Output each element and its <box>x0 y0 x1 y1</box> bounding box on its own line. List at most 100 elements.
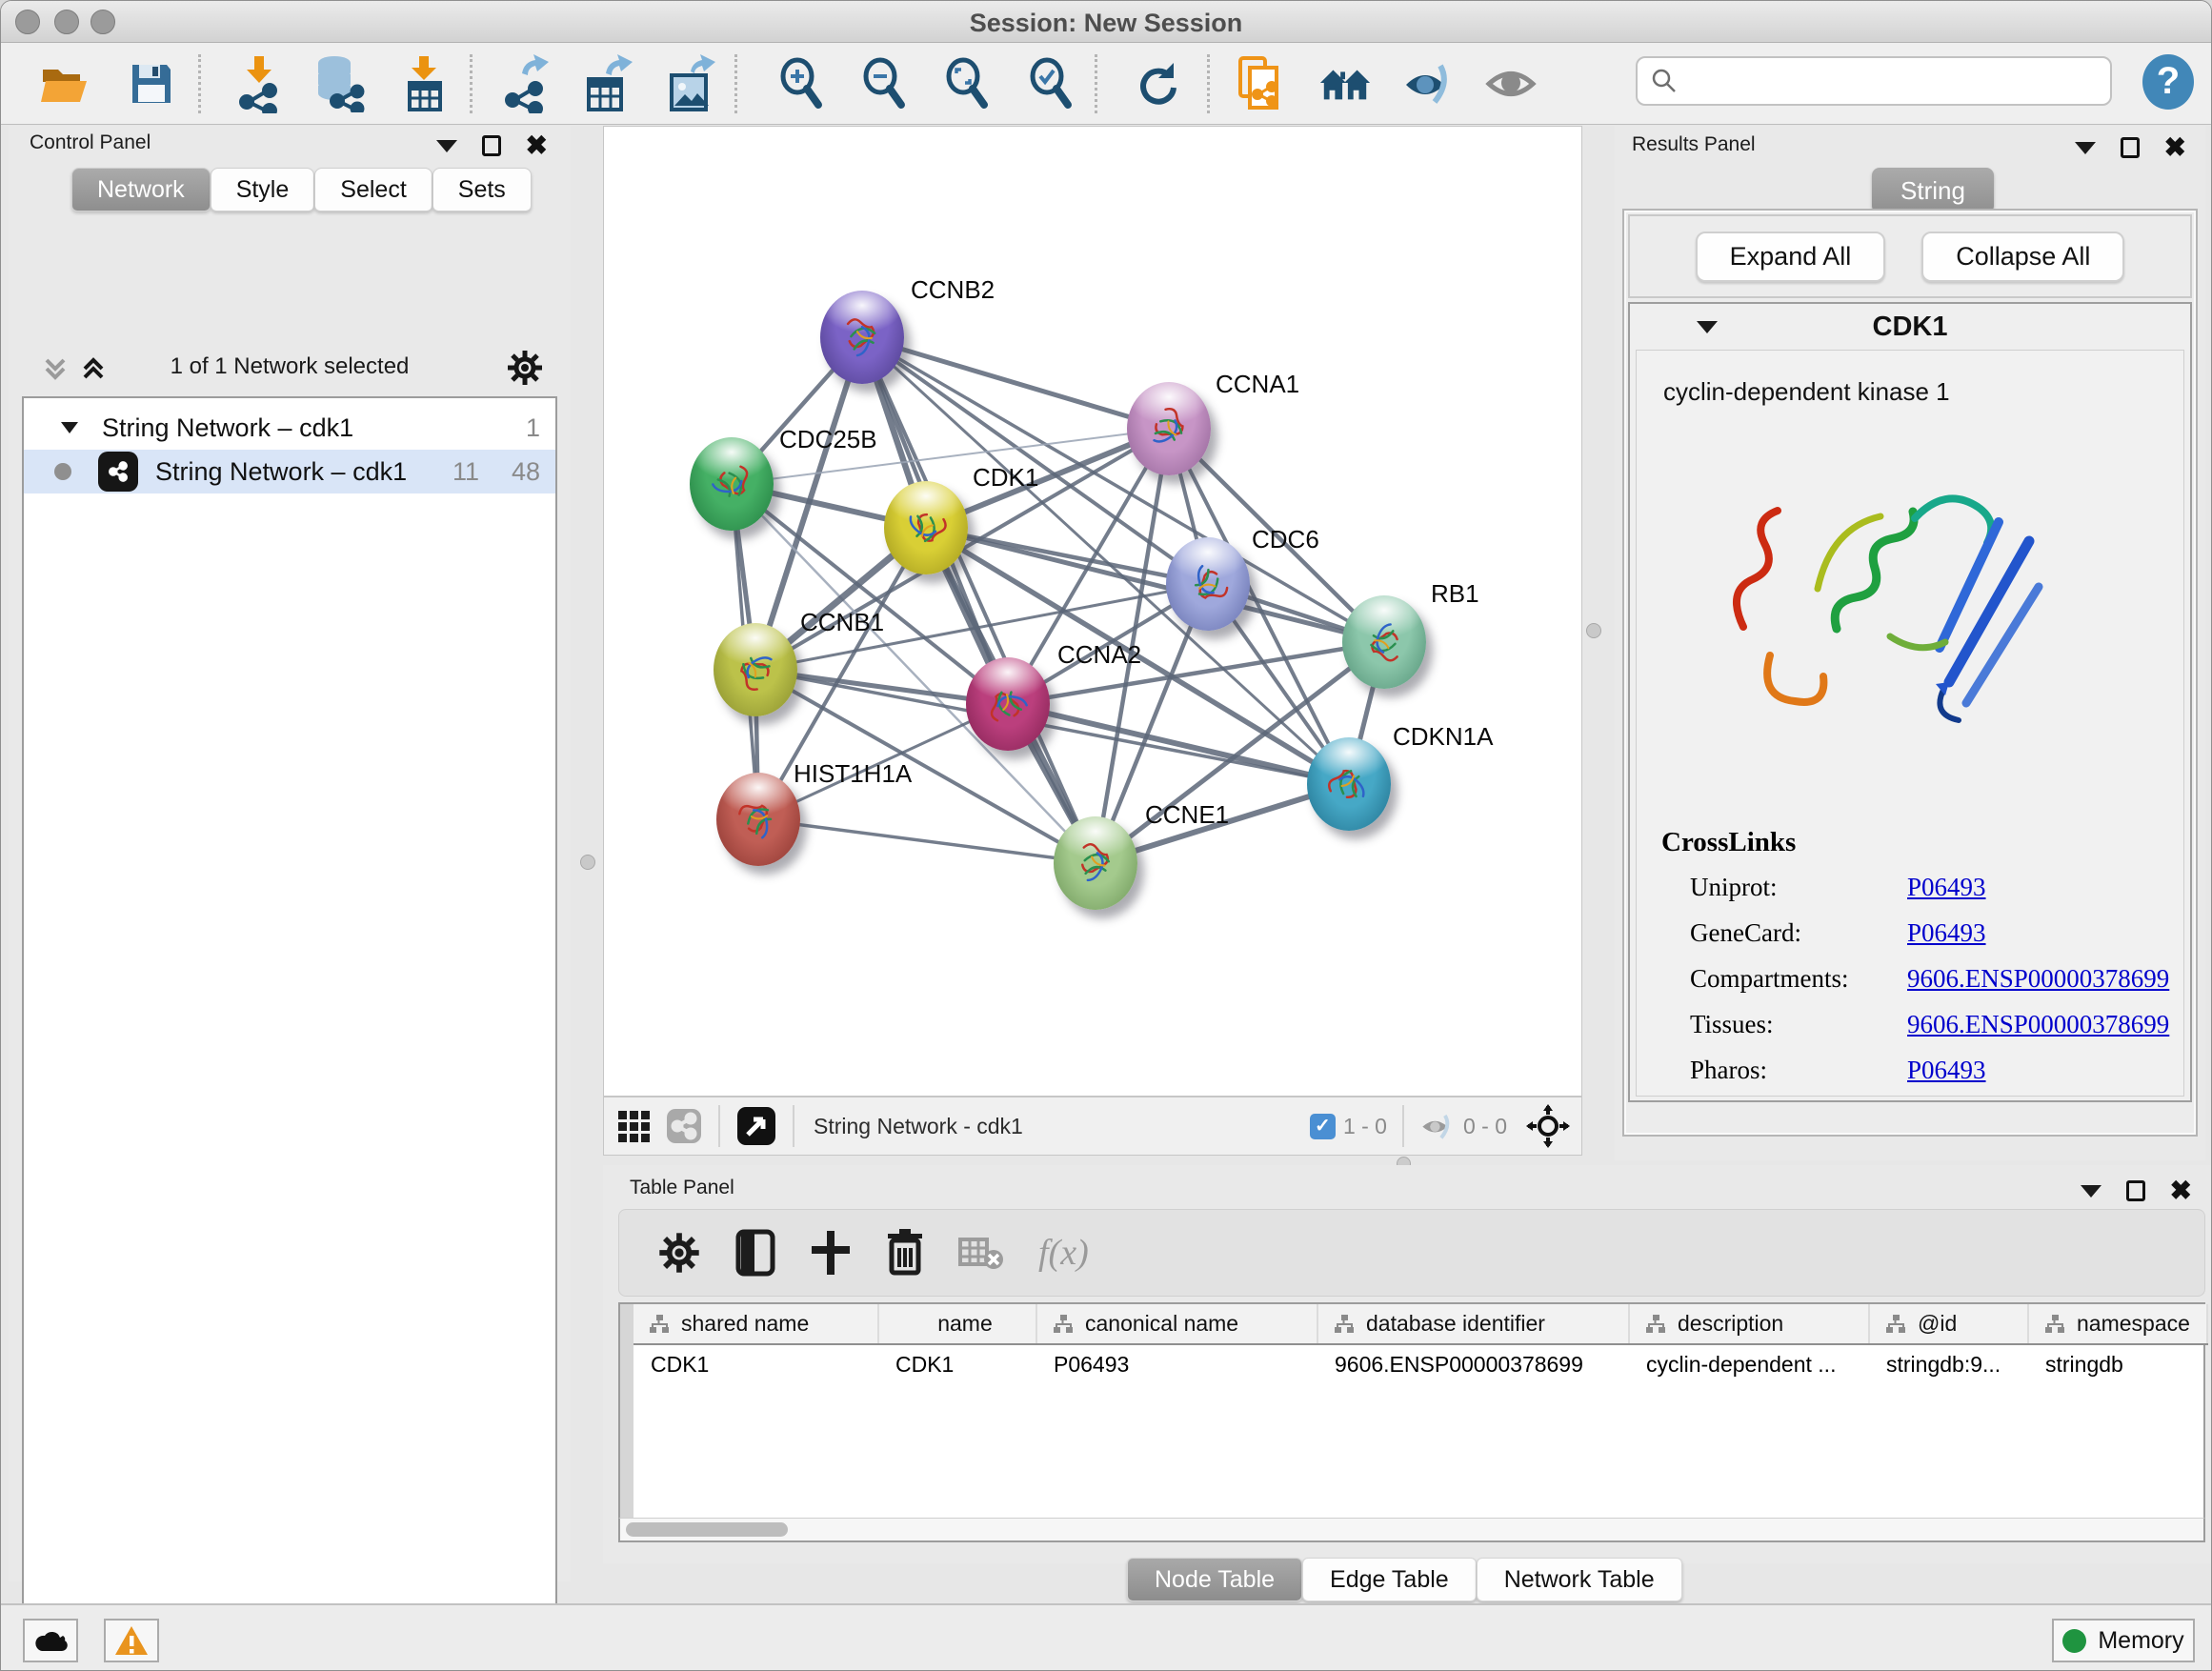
tab-sets[interactable]: Sets <box>432 168 532 211</box>
hide-selected-button[interactable] <box>1402 57 1456 111</box>
export-network-button[interactable] <box>499 57 553 111</box>
zoom-fit-button[interactable] <box>940 57 994 111</box>
node-rb1[interactable] <box>1342 595 1426 689</box>
column-header[interactable]: description <box>1629 1304 1869 1344</box>
import-network-from-database-button[interactable] <box>312 57 366 111</box>
function-builder-button[interactable]: f(x) <box>1038 1232 1089 1274</box>
export-image-button[interactable] <box>664 57 717 111</box>
network-options-gear-icon[interactable] <box>506 349 544 387</box>
tab-style[interactable]: Style <box>211 168 315 211</box>
create-column-plus-icon[interactable] <box>810 1229 852 1277</box>
refresh-button[interactable] <box>1130 57 1183 111</box>
edge-hist1h1a-ccne1[interactable] <box>758 819 1096 863</box>
panel-float-icon[interactable] <box>2126 1180 2145 1201</box>
expand-all-icon[interactable] <box>77 352 110 385</box>
panel-collapse-icon[interactable] <box>2081 1185 2101 1198</box>
node-cdc25b[interactable] <box>690 437 774 531</box>
panel-float-icon[interactable] <box>482 135 501 156</box>
expand-all-button[interactable]: Expand All <box>1696 232 1886 282</box>
warnings-button[interactable] <box>104 1619 159 1662</box>
edge-ccnb2-ccna1[interactable] <box>862 337 1169 429</box>
table-options-gear-icon[interactable] <box>657 1231 701 1275</box>
import-network-button[interactable] <box>232 57 286 111</box>
node-ccnb2[interactable] <box>820 291 904 384</box>
cloud-status-button[interactable] <box>23 1619 78 1662</box>
table-row[interactable]: CDK1 CDK1 P06493 9606.ENSP00000378699 cy… <box>633 1344 2207 1384</box>
tab-edge-table[interactable]: Edge Table <box>1302 1558 1477 1601</box>
right-splitter-handle[interactable] <box>1586 623 1601 638</box>
crosslink-link[interactable]: P06493 <box>1907 918 1986 948</box>
right-splitter[interactable] <box>1582 126 1615 1158</box>
column-header[interactable]: shared name <box>633 1304 878 1344</box>
tab-string[interactable]: String <box>1872 168 1994 213</box>
crosslink-link[interactable]: P06493 <box>1907 873 1986 902</box>
grid-view-icon[interactable] <box>617 1110 652 1142</box>
panel-collapse-icon[interactable] <box>436 140 457 152</box>
protein-section-header[interactable]: CDK1 <box>1630 304 2190 350</box>
zoom-out-icon <box>859 57 909 111</box>
node-cdkn1a[interactable] <box>1307 737 1391 831</box>
collapse-all-icon[interactable] <box>39 352 71 385</box>
network-canvas[interactable]: CCNB2CCNA1CDC25BCDK1CDC6RB1CCNB1CCNA2CDK… <box>603 126 1582 1097</box>
network-row[interactable]: String Network – cdk1 11 48 <box>24 450 555 493</box>
node-ccna1[interactable] <box>1127 382 1211 475</box>
table-horizontal-scrollbar[interactable] <box>618 1518 2205 1542</box>
node-hist1h1a[interactable] <box>716 773 800 866</box>
tab-select[interactable]: Select <box>314 168 432 211</box>
node-ccne1[interactable] <box>1054 816 1137 910</box>
column-header[interactable]: database identifier <box>1317 1304 1629 1344</box>
panel-close-icon[interactable]: ✖ <box>526 136 548 155</box>
tab-node-table[interactable]: Node Table <box>1127 1558 1302 1601</box>
home-networks-button[interactable] <box>1318 57 1372 111</box>
column-header[interactable]: name <box>878 1304 1036 1344</box>
zoom-in-button[interactable] <box>774 57 828 111</box>
node-label-ccne1: CCNE1 <box>1145 800 1229 830</box>
left-splitter[interactable] <box>571 126 603 1158</box>
birdseye-toggle-icon[interactable] <box>735 1105 777 1147</box>
panel-float-icon[interactable] <box>2121 137 2140 158</box>
string-import-button[interactable] <box>1233 57 1286 111</box>
open-session-button[interactable] <box>38 57 91 111</box>
import-table-button[interactable] <box>397 57 451 111</box>
tab-network-table[interactable]: Network Table <box>1477 1558 1682 1601</box>
houses-icon <box>1318 62 1372 106</box>
crosslink-link[interactable]: P06493 <box>1907 1056 1986 1085</box>
current-network-title: String Network - cdk1 <box>814 1114 1023 1139</box>
help-button[interactable]: ? <box>2142 54 2194 110</box>
crosslink-link[interactable]: 9606.ENSP00000378699 <box>1907 964 2169 994</box>
show-all-button[interactable] <box>1485 57 1538 111</box>
panel-close-icon[interactable]: ✖ <box>2164 138 2186 157</box>
panel-close-icon[interactable]: ✖ <box>2170 1181 2192 1200</box>
string-documents-icon <box>1237 56 1282 111</box>
search-input[interactable] <box>1687 68 2110 94</box>
tree-expand-icon[interactable] <box>58 418 81 437</box>
collapse-all-button[interactable]: Collapse All <box>1921 232 2124 282</box>
column-header[interactable]: @id <box>1869 1304 2028 1344</box>
memory-button[interactable]: Memory <box>2052 1619 2195 1662</box>
selected-indicator-checkbox[interactable]: ✓ <box>1310 1114 1336 1139</box>
node-cdk1[interactable] <box>884 481 968 574</box>
table-panel-title: Table Panel <box>630 1177 734 1199</box>
show-columns-icon[interactable] <box>735 1229 775 1277</box>
scrollbar-thumb[interactable] <box>626 1522 788 1537</box>
network-list-view-icon[interactable] <box>665 1107 703 1145</box>
column-header[interactable]: canonical name <box>1036 1304 1317 1344</box>
node-ccna2[interactable] <box>966 657 1050 751</box>
column-header[interactable]: namespace <box>2028 1304 2207 1344</box>
fit-position-crosshair-icon[interactable] <box>1526 1104 1570 1148</box>
network-collection-row[interactable]: String Network – cdk1 1 <box>24 406 555 450</box>
crosslink-link[interactable]: 9606.ENSP00000378699 <box>1907 1010 2169 1039</box>
left-splitter-handle[interactable] <box>580 855 595 870</box>
tab-network[interactable]: Network <box>71 168 211 211</box>
collection-label: String Network – cdk1 <box>102 413 353 443</box>
panel-collapse-icon[interactable] <box>2075 142 2096 154</box>
save-session-button[interactable] <box>125 57 178 111</box>
delete-column-trash-icon[interactable] <box>886 1229 924 1277</box>
zoom-out-button[interactable] <box>857 57 911 111</box>
node-ccnb1[interactable] <box>714 623 797 716</box>
edge-ccna2-cdkn1a[interactable] <box>1008 704 1349 784</box>
delete-table-icon[interactable] <box>958 1234 1004 1272</box>
zoom-selected-button[interactable] <box>1024 57 1077 111</box>
export-table-button[interactable] <box>581 57 634 111</box>
node-cdc6[interactable] <box>1166 537 1250 631</box>
